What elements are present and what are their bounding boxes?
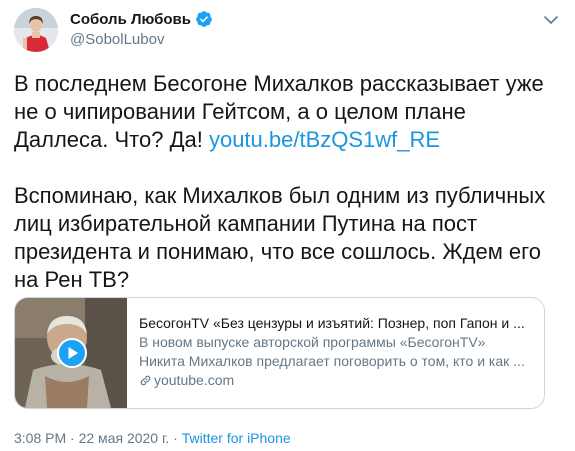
- card-domain-row: youtube.com: [139, 371, 531, 390]
- tweet-video-link[interactable]: youtu.be/tBzQS1wf_RE: [209, 127, 440, 152]
- tweet-paragraph-2: Вспоминаю, как Михалков был одним из пуб…: [14, 183, 546, 292]
- link-preview-card[interactable]: БесогонTV «Без цензуры и изъятий: Познер…: [14, 297, 545, 409]
- link-icon: [140, 375, 151, 386]
- tweet-footer: 3:08 PM · 22 мая 2020 г. · Twitter for i…: [14, 430, 291, 446]
- avatar[interactable]: [14, 8, 58, 52]
- card-domain: youtube.com: [154, 372, 235, 388]
- card-thumbnail: [15, 298, 127, 408]
- chevron-down-icon[interactable]: [541, 10, 561, 30]
- card-body: БесогонTV «Без цензуры и изъятий: Познер…: [127, 298, 543, 408]
- play-button-icon[interactable]: [57, 338, 87, 368]
- author-name-row[interactable]: Соболь Любовь: [70, 10, 213, 28]
- tweet-paragraph-1: В последнем Бесогоне Михалков рассказыва…: [14, 70, 559, 154]
- tweet-time[interactable]: 3:08 PM: [14, 430, 66, 446]
- footer-separator: ·: [66, 430, 79, 446]
- card-title: БесогонTV «Без цензуры и изъятий: Познер…: [139, 315, 525, 331]
- tweet: Соболь Любовь @SobolLubov В последнем Бе…: [0, 0, 575, 451]
- verified-badge-icon: [196, 11, 212, 27]
- author-handle[interactable]: @SobolLubov: [70, 31, 164, 48]
- tweet-text: В последнем Бесогоне Михалков рассказыва…: [14, 70, 559, 294]
- card-description: В новом выпуске авторской программы «Бес…: [139, 334, 525, 369]
- tweet-date[interactable]: 22 мая 2020 г.: [79, 430, 170, 446]
- avatar-image: [14, 8, 58, 52]
- footer-separator: ·: [169, 430, 182, 446]
- tweet-source-link[interactable]: Twitter for iPhone: [182, 430, 291, 446]
- author-display-name[interactable]: Соболь Любовь: [70, 11, 191, 28]
